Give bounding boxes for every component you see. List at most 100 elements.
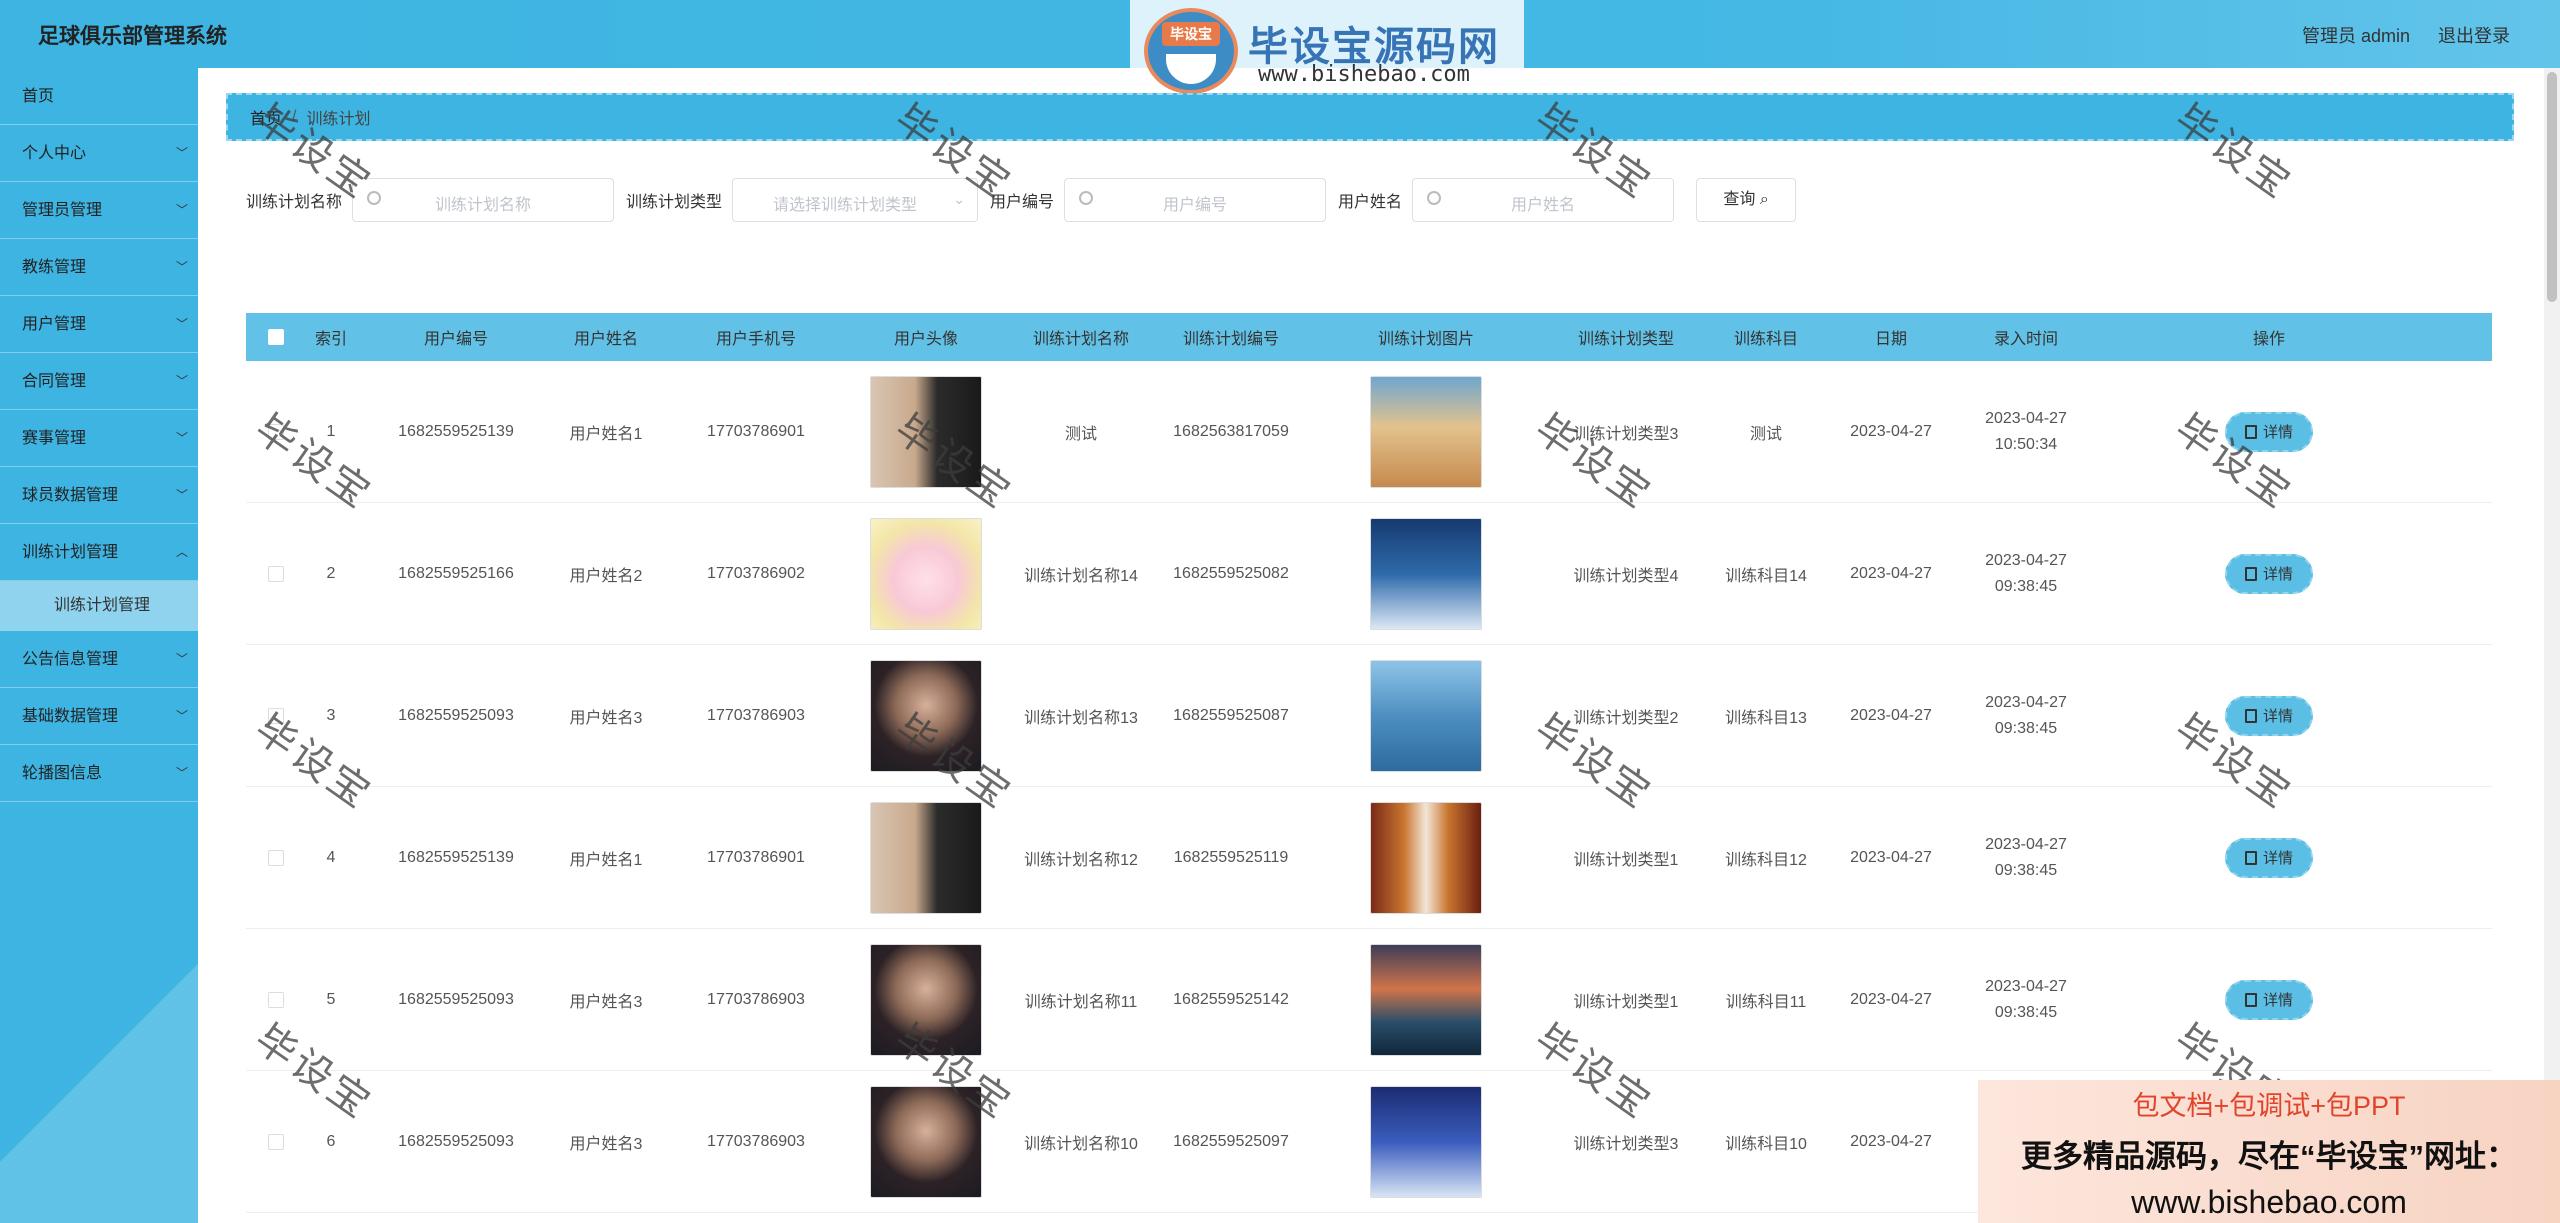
cell-user_name: 用户姓名3 [569, 993, 643, 1011]
row-checkbox[interactable] [268, 849, 284, 866]
app-title: 足球俱乐部管理系统 [38, 25, 227, 48]
column-header-created: 录入时间 [1993, 331, 2058, 348]
sidebar-item-9[interactable]: 公告信息管理 ﹀ [0, 631, 198, 688]
chevron-down-icon: ﹀ [175, 431, 188, 445]
site-logo-watermark: 毕设宝 毕设宝源码网 www.bishebao.com [1130, 0, 1524, 102]
select-all-checkbox[interactable] [268, 329, 284, 345]
plan-type-label: 训练计划类型 [626, 194, 723, 211]
chevron-down-icon: ﹀ [175, 652, 188, 666]
training-plan-image [1370, 1085, 1482, 1198]
plan-type-select[interactable]: 请选择训练计划类型 ⌄ [732, 178, 979, 222]
cell-date: 2023-04-27 [1850, 1132, 1932, 1150]
user-avatar-image [870, 517, 982, 630]
column-header-phone: 用户手机号 [715, 331, 796, 348]
sidebar-item-5[interactable]: 合同管理 ﹀ [0, 353, 198, 410]
cell-check [246, 503, 306, 644]
cell-date: 2023-04-27 [1850, 706, 1932, 724]
sidebar-item-3[interactable]: 教练管理 ﹀ [0, 239, 198, 296]
sidebar-item-label: 首页 [22, 88, 55, 105]
sidebar-item-7[interactable]: 球员数据管理 ﹀ [0, 467, 198, 524]
cell-date: 2023-04-27 [1850, 422, 1932, 440]
sidebar-item-label: 个人中心 [22, 145, 87, 162]
sidebar-item-label: 管理员管理 [22, 202, 103, 219]
column-header-user_name: 用户姓名 [573, 331, 638, 348]
document-icon [2244, 708, 2257, 723]
row-checkbox[interactable] [268, 991, 284, 1008]
training-plan-table: 索引 用户编号 用户姓名 用户手机号 用户头像 训练计划名称 训练计划编号 训练计划图片 训练计… [246, 313, 2492, 1213]
logo-emblem-icon: 毕设宝 [1144, 8, 1238, 94]
column-header-action: 操作 [2252, 331, 2285, 348]
promo-line1: 包文档+包调试+包PPT [2132, 1091, 2406, 1121]
cell-phone: 17703786903 [707, 1132, 805, 1150]
cell-created: 2023-04-27 09:38:45 [1985, 551, 2067, 595]
chevron-down-icon: ﹀ [175, 317, 188, 331]
cell-check [246, 1071, 306, 1212]
detail-button[interactable]: 详情 [2225, 979, 2313, 1020]
cell-created: 2023-04-27 09:38:45 [1985, 977, 2067, 1021]
sidebar-item-label: 赛事管理 [22, 430, 87, 447]
table-row: 4 1682559525139 用户姓名1 17703786901 训练计划名称12 16… [246, 787, 2492, 929]
scrollbar-thumb[interactable] [2547, 72, 2557, 302]
cell-phone: 17703786902 [707, 564, 805, 582]
sidebar-item-10[interactable]: 基础数据管理 ﹀ [0, 688, 198, 745]
table-row: 5 1682559525093 用户姓名3 17703786903 训练计划名称11 16… [246, 929, 2492, 1071]
plan-type-placeholder: 请选择训练计划类型 [773, 197, 918, 214]
detail-button[interactable]: 详情 [2225, 837, 2313, 878]
cell-user_name: 用户姓名2 [569, 567, 643, 585]
chevron-up-icon: ︿ [175, 545, 188, 559]
sidebar-item-label: 用户管理 [22, 316, 87, 333]
detail-button[interactable]: 详情 [2225, 553, 2313, 594]
user-name-label: 用户姓名 [1338, 194, 1403, 211]
detail-button-label: 详情 [2262, 850, 2293, 867]
plan-name-input[interactable]: 训练计划名称 [352, 178, 615, 222]
cell-user_name: 用户姓名3 [569, 1135, 643, 1153]
chevron-down-icon: ﹀ [175, 766, 188, 780]
row-checkbox[interactable] [268, 565, 284, 582]
sidebar-item-label: 合同管理 [22, 373, 87, 390]
detail-button-label: 详情 [2262, 708, 2293, 725]
query-button[interactable]: 查询 ⌕ [1696, 178, 1797, 222]
sidebar-item-label: 公告信息管理 [22, 651, 119, 668]
admin-label[interactable]: 管理员 admin [2302, 22, 2410, 48]
sidebar-item-8[interactable]: 训练计划管理 ︿ [0, 524, 198, 581]
sidebar-subitem-training-plan[interactable]: 训练计划管理 [0, 581, 198, 631]
cell-phone: 17703786903 [707, 706, 805, 724]
vertical-scrollbar[interactable] [2544, 68, 2560, 1223]
detail-button-label: 详情 [2262, 992, 2293, 1009]
cell-created: 2023-04-27 10:50:34 [1985, 409, 2067, 453]
cell-date: 2023-04-27 [1850, 848, 1932, 866]
search-bar: 训练计划名称 训练计划名称 训练计划类型 请选择训练计划类型 ⌄ 用户编号 用户… [246, 178, 1797, 222]
user-no-input[interactable]: 用户编号 [1064, 178, 1327, 222]
cell-created: 2023-04-27 09:38:45 [1985, 693, 2067, 737]
logo-url: www.bishebao.com [1258, 62, 1470, 87]
training-plan-image [1370, 517, 1482, 630]
training-plan-image [1370, 801, 1482, 914]
sidebar-item-label: 训练计划管理 [22, 544, 119, 561]
cell-user_no: 1682559525093 [398, 706, 514, 724]
sidebar-item-0[interactable]: 首页 [0, 68, 198, 125]
cell-check [246, 787, 306, 928]
cell-phone: 17703786903 [707, 990, 805, 1008]
cell-user_no: 1682559525166 [398, 564, 514, 582]
sidebar-item-label: 基础数据管理 [22, 708, 119, 725]
training-plan-image [1370, 375, 1482, 488]
sidebar-item-6[interactable]: 赛事管理 ﹀ [0, 410, 198, 467]
training-plan-image [1370, 659, 1482, 772]
column-header-check [246, 313, 306, 361]
document-icon [2244, 566, 2257, 581]
column-header-user_no: 用户编号 [423, 331, 488, 348]
sidebar-item-11[interactable]: 轮播图信息 ﹀ [0, 745, 198, 802]
search-icon: ⌕ [1759, 191, 1769, 208]
sidebar-item-1[interactable]: 个人中心 ﹀ [0, 125, 198, 182]
sidebar-item-2[interactable]: 管理员管理 ﹀ [0, 182, 198, 239]
header-user-area: 管理员 admin 退出登录 [2302, 22, 2510, 48]
document-icon [2244, 850, 2257, 865]
row-checkbox[interactable] [268, 1133, 284, 1150]
sidebar-item-4[interactable]: 用户管理 ﹀ [0, 296, 198, 353]
user-avatar-image [870, 801, 982, 914]
cell-phone: 17703786901 [707, 848, 805, 866]
cell-user_no: 1682559525139 [398, 422, 514, 440]
detail-button-label: 详情 [2262, 566, 2293, 583]
cell-created: 2023-04-27 09:38:45 [1985, 835, 2067, 879]
logout-button[interactable]: 退出登录 [2438, 22, 2510, 48]
